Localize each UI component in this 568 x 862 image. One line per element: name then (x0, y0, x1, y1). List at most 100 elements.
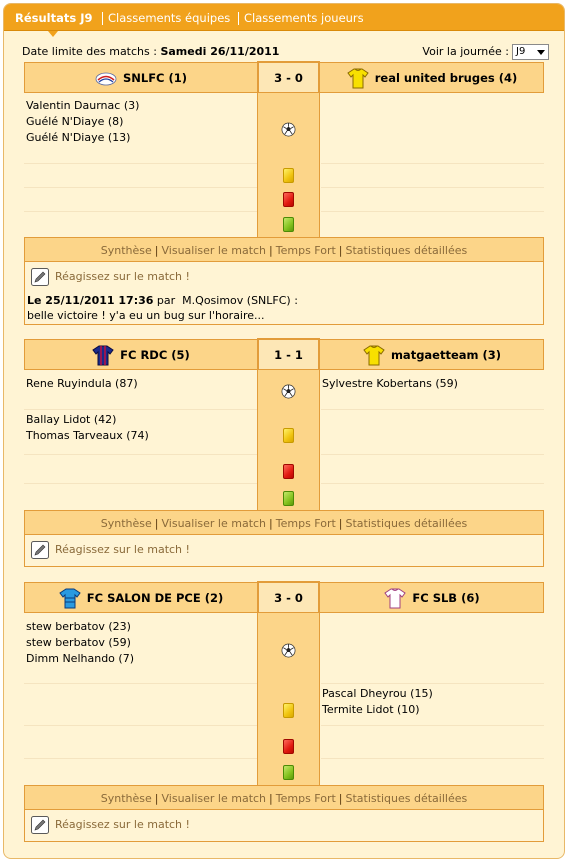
yellow-card-icon (283, 168, 294, 183)
link-synthese[interactable]: Synthèse (101, 244, 152, 257)
match-score[interactable]: 3 - 0 (257, 581, 320, 614)
row-divider (24, 758, 257, 759)
link-statistiques[interactable]: Statistiques détaillées (346, 517, 468, 530)
away-team[interactable]: matgaetteam (3) (321, 340, 543, 369)
row-divider (321, 683, 544, 684)
react-link[interactable]: Réagissez sur le match ! (55, 270, 190, 283)
navy-striped-jersey-icon (92, 345, 114, 365)
comment-section: Réagissez sur le match ! (24, 535, 544, 567)
yellow-jersey-icon (363, 345, 385, 365)
home-yellow-list: Ballay Lidot (42) Thomas Tarveaux (74) (26, 412, 149, 444)
link-statistiques[interactable]: Statistiques détaillées (346, 792, 468, 805)
topbar: Date limite des matchs : Samedi 26/11/20… (22, 44, 549, 61)
journee-label: Voir la journée : (422, 45, 509, 58)
link-visualiser[interactable]: Visualiser le match (162, 792, 267, 805)
tab-separator (102, 12, 103, 25)
row-divider (321, 725, 544, 726)
tab-resultats[interactable]: Résultats J9 (15, 11, 93, 25)
row-divider (321, 163, 544, 164)
away-goal-scorer: Sylvestre Kobertans (59) (322, 377, 458, 390)
row-divider (321, 454, 544, 455)
home-goal-scorer: stew berbatov (23) (26, 620, 131, 633)
home-goals-list: stew berbatov (23) stew berbatov (59) Di… (26, 619, 134, 667)
home-team[interactable]: FC SALON DE PCE (2) (25, 583, 257, 612)
tab-separator (238, 12, 239, 25)
home-booked-player: Ballay Lidot (42) (26, 413, 117, 426)
chevron-down-icon (537, 50, 545, 55)
pencil-icon[interactable] (31, 816, 49, 834)
home-goal-scorer: Rene Ruyindula (87) (26, 377, 138, 390)
home-team[interactable]: FC RDC (5) (25, 340, 257, 369)
tab-bar: Résultats J9 Classements équipes Classem… (4, 4, 564, 31)
row-divider (24, 725, 257, 726)
row-divider (321, 211, 544, 212)
home-team[interactable]: SNLFC (1) (25, 63, 257, 92)
link-synthese[interactable]: Synthèse (101, 792, 152, 805)
away-team-name: real united bruges (4) (374, 70, 518, 85)
pencil-icon[interactable] (31, 268, 49, 286)
row-divider (24, 409, 257, 410)
tab-classements-joueurs[interactable]: Classements joueurs (244, 11, 364, 25)
away-team[interactable]: FC SLB (6) (321, 583, 543, 612)
link-synthese[interactable]: Synthèse (101, 517, 152, 530)
green-card-icon (283, 491, 294, 506)
link-visualiser[interactable]: Visualiser le match (162, 517, 267, 530)
row-divider (24, 683, 257, 684)
green-card-icon (283, 765, 294, 780)
snlfc-logo-icon (95, 72, 117, 85)
comment-section: Réagissez sur le match ! Le 25/11/2011 1… (24, 262, 544, 325)
red-card-icon (283, 739, 294, 754)
yellow-card-icon (283, 428, 294, 443)
results-panel: Résultats J9 Classements équipes Classem… (3, 3, 565, 859)
home-goal-scorer: stew berbatov (59) (26, 636, 131, 649)
deadline: Date limite des matchs : Samedi 26/11/20… (22, 45, 280, 58)
link-visualiser[interactable]: Visualiser le match (162, 244, 267, 257)
home-booked-player: Thomas Tarveaux (74) (26, 429, 149, 442)
active-tab-marker (48, 31, 58, 37)
comment-header: Le 25/11/2011 17:36 par M.Qosimov (SNLFC… (27, 294, 298, 307)
away-goals-list: Sylvestre Kobertans (59) (322, 376, 458, 392)
match-score[interactable]: 3 - 0 (257, 61, 320, 94)
journee-select[interactable]: J9 (512, 44, 549, 60)
match-score[interactable]: 1 - 1 (257, 338, 320, 371)
red-card-icon (283, 464, 294, 479)
row-divider (321, 187, 544, 188)
events-column (257, 613, 320, 785)
white-jersey-icon (384, 588, 407, 608)
away-booked-player: Termite Lidot (10) (322, 703, 420, 716)
comment-text: belle victoire ! y'a eu un bug sur l'hor… (27, 309, 265, 322)
red-card-icon (283, 192, 294, 207)
match-links: Synthèse | Visualiser le match | Temps Fort |… (24, 237, 544, 262)
home-goal-scorer: Guélé N'Diaye (13) (26, 131, 131, 144)
react-link[interactable]: Réagissez sur le match ! (55, 818, 190, 831)
blue-jersey-icon (59, 588, 81, 608)
home-goal-scorer: Valentin Daurnac (3) (26, 99, 140, 112)
link-temps-fort[interactable]: Temps Fort (276, 517, 336, 530)
goal-ball-icon (281, 122, 296, 137)
green-card-icon (283, 217, 294, 232)
away-yellow-list: Pascal Dheyrou (15) Termite Lidot (10) (322, 686, 433, 718)
row-divider (24, 187, 257, 188)
row-divider (321, 409, 544, 410)
pencil-icon[interactable] (31, 541, 49, 559)
link-statistiques[interactable]: Statistiques détaillées (346, 244, 468, 257)
react-link[interactable]: Réagissez sur le match ! (55, 543, 190, 556)
home-goals-list: Valentin Daurnac (3) Guélé N'Diaye (8) G… (26, 98, 139, 146)
row-divider (24, 163, 257, 164)
row-divider (321, 483, 544, 484)
link-temps-fort[interactable]: Temps Fort (276, 244, 336, 257)
home-team-name: FC RDC (5) (120, 347, 190, 362)
yellow-card-icon (283, 703, 294, 718)
home-goals-list: Rene Ruyindula (87) (26, 376, 138, 392)
tab-classements-equipes[interactable]: Classements équipes (108, 11, 230, 25)
match-links: Synthèse | Visualiser le match | Temps Fort |… (24, 510, 544, 535)
away-team-name: matgaetteam (3) (390, 347, 502, 362)
away-team[interactable]: real united bruges (4) (321, 63, 543, 92)
goal-ball-icon (281, 643, 296, 658)
home-team-name: SNLFC (1) (122, 70, 188, 85)
link-temps-fort[interactable]: Temps Fort (276, 792, 336, 805)
away-booked-player: Pascal Dheyrou (15) (322, 687, 433, 700)
row-divider (321, 758, 544, 759)
home-team-name: FC SALON DE PCE (2) (86, 590, 224, 605)
yellow-jersey-icon (347, 68, 369, 88)
